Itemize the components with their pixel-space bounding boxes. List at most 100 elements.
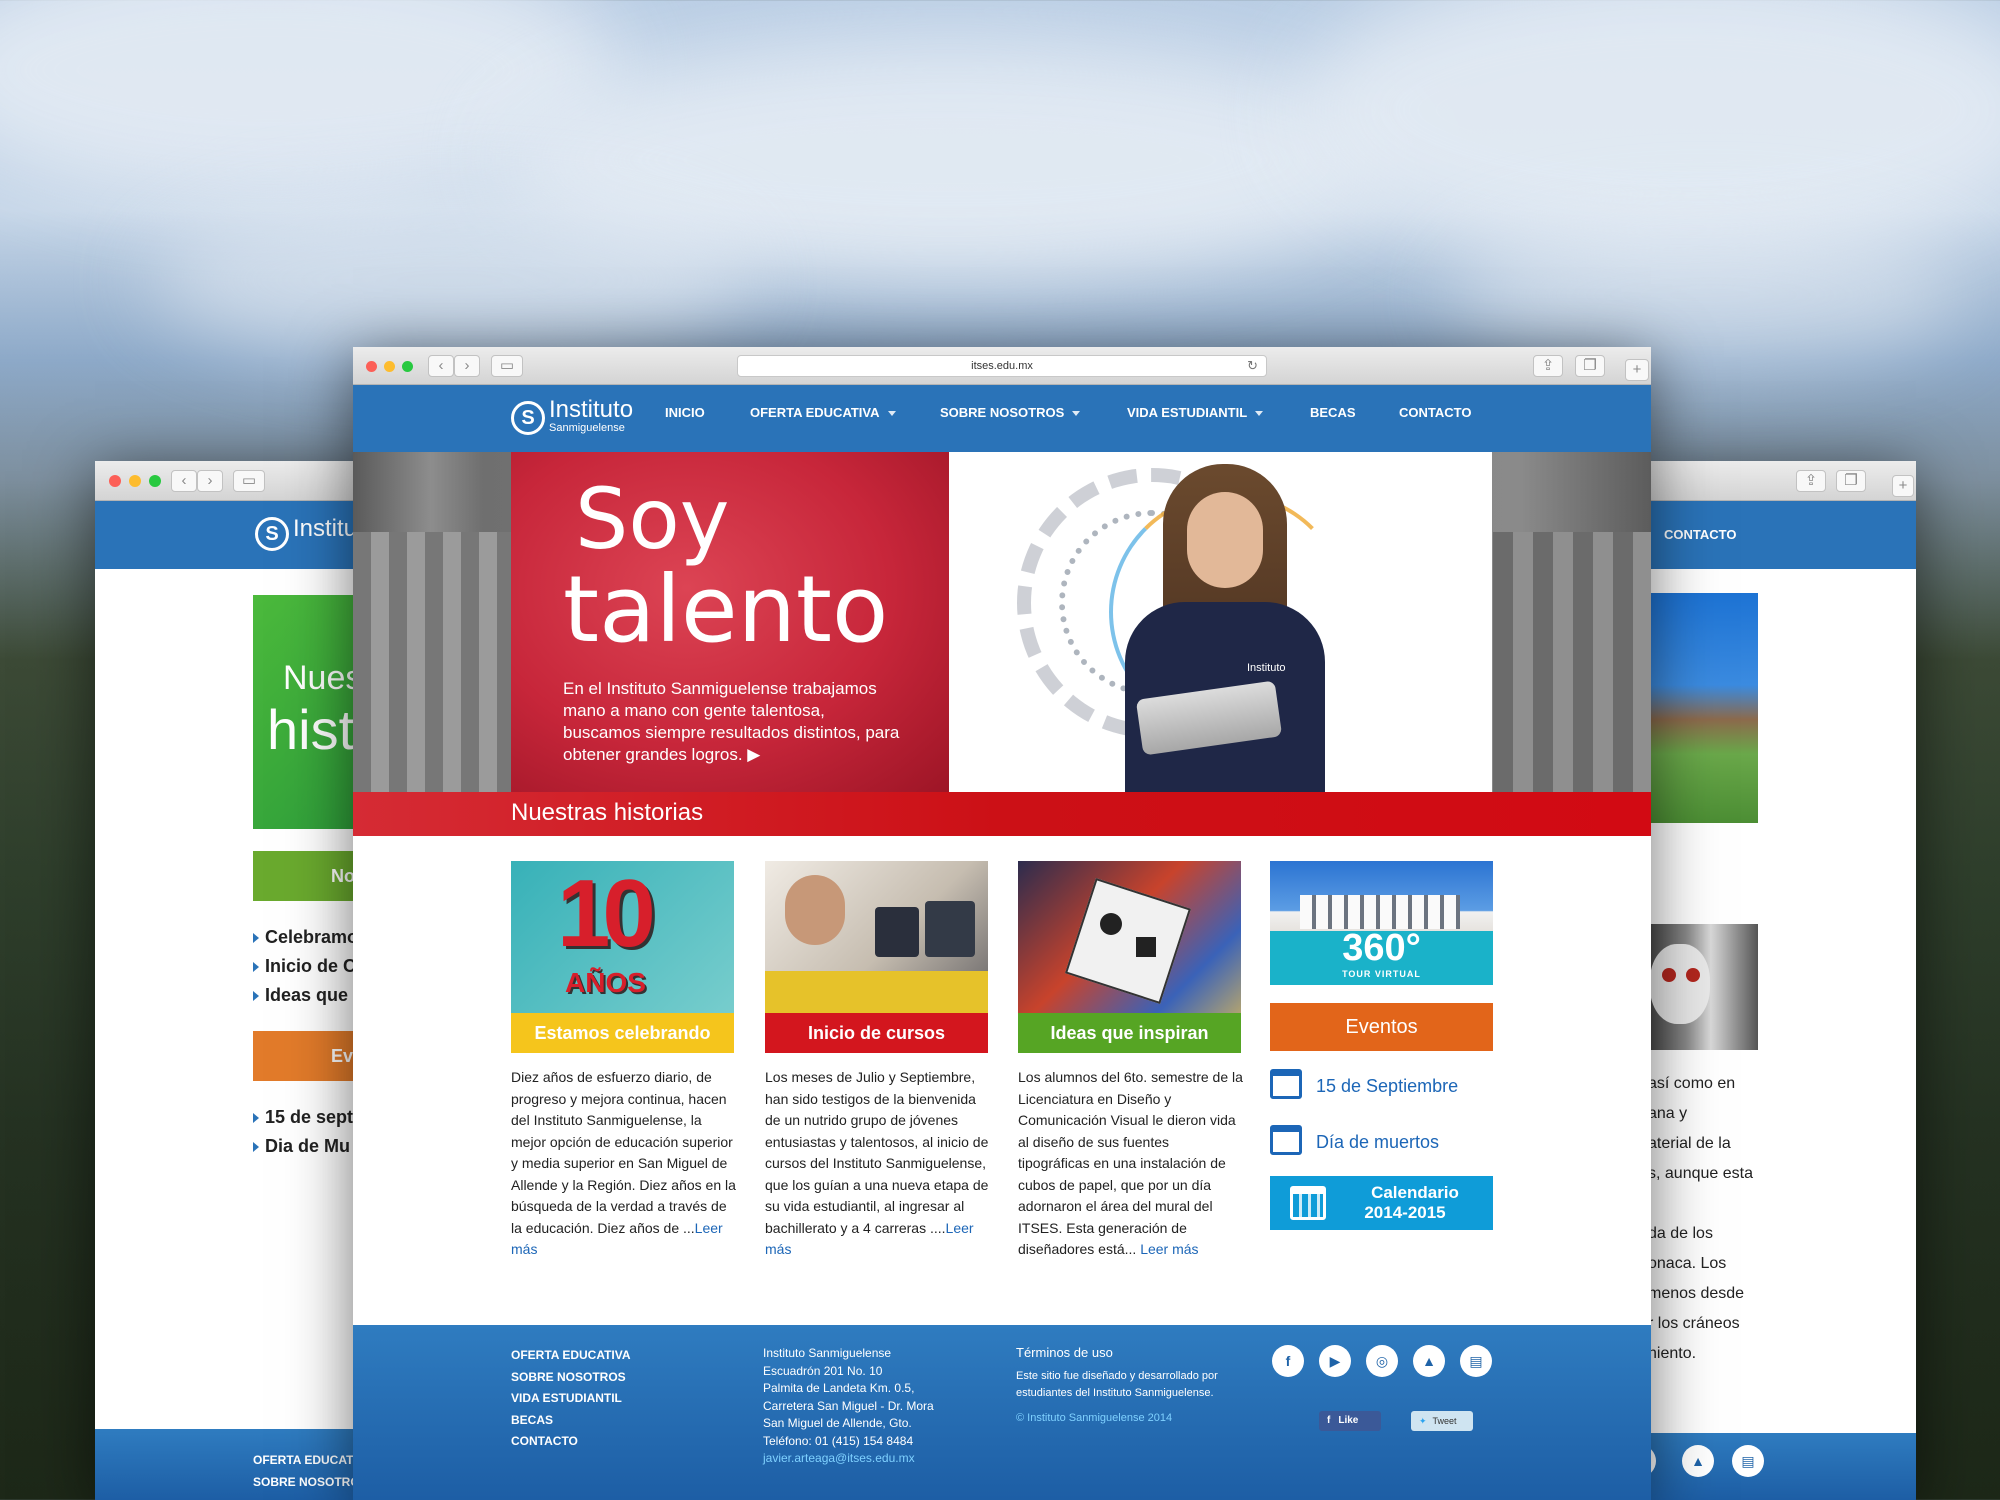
card-image: Ideas que inspiran — [1018, 861, 1241, 1053]
minimize-icon[interactable] — [129, 475, 141, 487]
left-banner-text: hist — [267, 698, 355, 761]
address-bar[interactable]: itses.edu.mx ↻ — [737, 355, 1267, 377]
forward-icon[interactable]: › — [454, 355, 480, 377]
student-face — [1187, 492, 1263, 588]
sky-cloud — [150, 200, 750, 360]
back-icon[interactable]: ‹ — [171, 470, 197, 492]
sidebar-icon[interactable]: ▭ — [233, 470, 265, 492]
tweet-button[interactable]: ✦ Tweet — [1411, 1411, 1473, 1431]
graduation-cap-icon[interactable]: ▲ — [1413, 1345, 1445, 1377]
calendar-icon — [1290, 1186, 1326, 1220]
book-icon[interactable]: ▤ — [1732, 1445, 1764, 1477]
close-icon[interactable] — [366, 361, 377, 372]
list-item[interactable]: 15 de sept — [253, 1103, 353, 1132]
list-item[interactable]: Celebramo — [253, 923, 358, 952]
card-text: Los alumnos del 6to. semestre de la Lice… — [1018, 1069, 1243, 1257]
minimize-icon[interactable] — [384, 361, 395, 372]
footer-link[interactable]: CONTACTO — [511, 1431, 631, 1453]
new-tab-icon[interactable]: + — [1625, 359, 1649, 381]
event-label: Día de muertos — [1316, 1132, 1440, 1152]
footer-address: Instituto Sanmiguelense Escuadrón 201 No… — [763, 1345, 934, 1468]
left-banner-text: Nues — [283, 659, 363, 697]
card-caption: Estamos celebrando — [511, 1013, 734, 1053]
card-text: Diez años de esfuerzo diario, de progres… — [511, 1069, 736, 1257]
anniversary-text: AÑOS — [565, 967, 646, 998]
footer-email-link[interactable]: javier.arteaga@itses.edu.mx — [763, 1450, 934, 1468]
hero-title: Soy — [575, 470, 730, 568]
campus-bg-left — [353, 532, 511, 792]
reload-icon[interactable]: ↻ — [1247, 356, 1258, 376]
close-icon[interactable] — [109, 475, 121, 487]
terms-text: Este sitio fue diseñado y desarrollado p… — [1016, 1370, 1218, 1399]
event-label: 15 de Septiembre — [1316, 1076, 1459, 1096]
site-logo[interactable]: S Instituto Sanmiguelense — [511, 397, 651, 441]
footer-link[interactable]: SOBRE NOSOTROS — [511, 1367, 631, 1389]
nav-vida-estudiantil[interactable]: VIDA ESTUDIANTIL — [1127, 405, 1264, 420]
left-logo-icon: S — [255, 517, 289, 551]
left-footer: OFERTA EDUCATI SOBRE NOSOTRO — [95, 1429, 395, 1500]
nav-becas[interactable]: BECAS — [1310, 405, 1356, 420]
footer-link[interactable]: VIDA ESTUDIANTIL — [511, 1388, 631, 1410]
nav-contacto[interactable]: CONTACTO — [1664, 527, 1736, 542]
logo-line2: Sanmiguelense — [549, 422, 625, 434]
list-item[interactable]: Dia de Mu — [253, 1132, 353, 1161]
forward-icon[interactable]: › — [197, 470, 223, 492]
book-icon[interactable]: ▤ — [1460, 1345, 1492, 1377]
calendar-button[interactable]: Calendario 2014-2015 — [1270, 1176, 1493, 1230]
calendar-icon — [1270, 1069, 1302, 1099]
share-icon[interactable]: ⇪ — [1796, 470, 1826, 492]
nav-sobre-nosotros[interactable]: SOBRE NOSOTROS — [940, 405, 1081, 420]
nav-inicio[interactable]: INICIO — [665, 405, 705, 420]
hero-photo: Instituto — [949, 452, 1492, 792]
facebook-icon[interactable]: f — [1272, 1345, 1304, 1377]
new-tab-icon[interactable]: + — [1892, 475, 1914, 497]
hero-red-panel[interactable]: Soy talento En el Instituto Sanmiguelens… — [511, 452, 949, 792]
footer-links: OFERTA EDUCATIVA SOBRE NOSOTROS VIDA EST… — [511, 1345, 631, 1453]
instagram-icon[interactable]: ◎ — [1366, 1345, 1398, 1377]
right-article-text: así como en ana y aterial de la s, aunqu… — [1648, 1075, 1753, 1362]
card-caption: Ideas que inspiran — [1018, 1013, 1241, 1053]
tour-label: TOUR VIRTUAL — [1342, 969, 1421, 979]
right-window-header: CONTACTO — [1640, 501, 1916, 569]
chevron-down-icon — [1072, 411, 1081, 417]
section-title-bar: Nuestras historias — [353, 792, 1651, 836]
twitter-icon: ✦ — [1419, 1416, 1427, 1426]
chevron-down-icon — [887, 411, 896, 417]
terms-link[interactable]: Términos de uso — [1016, 1345, 1256, 1360]
nav-contacto[interactable]: CONTACTO — [1399, 405, 1471, 420]
virtual-tour-banner[interactable]: 360° TOUR VIRTUAL — [1270, 861, 1493, 985]
footer-link[interactable]: SOBRE NOSOTRO — [253, 1475, 360, 1489]
site-footer: OFERTA EDUCATIVA SOBRE NOSOTROS VIDA EST… — [353, 1325, 1651, 1500]
right-browser-window: ⇪ ❐ + CONTACTO así como en ana y aterial… — [1640, 461, 1916, 1500]
card-text: Los meses de Julio y Septiembre, han sid… — [765, 1069, 989, 1257]
footer-link[interactable]: BECAS — [511, 1410, 631, 1432]
right-window-toolbar: ⇪ ❐ + — [1640, 461, 1916, 501]
zoom-icon[interactable] — [149, 475, 161, 487]
event-item[interactable]: 15 de Septiembre — [1270, 1065, 1493, 1105]
youtube-icon[interactable]: ▶ — [1319, 1345, 1351, 1377]
sidebar-icon[interactable]: ▭ — [491, 355, 523, 377]
shirt-logo: Instituto — [1247, 662, 1286, 674]
share-icon[interactable]: ⇪ — [1533, 355, 1563, 377]
list-item[interactable]: Ideas que — [253, 981, 358, 1010]
back-icon[interactable]: ‹ — [428, 355, 454, 377]
tabs-icon[interactable]: ❐ — [1575, 355, 1605, 377]
left-window-toolbar: ‹ › ▭ — [95, 461, 395, 501]
events-button[interactable]: Eventos — [1270, 1003, 1493, 1051]
footer-terms: Términos de uso Este sitio fue diseñado … — [1016, 1345, 1256, 1427]
logo-s-icon: S — [511, 401, 545, 435]
footer-link[interactable]: OFERTA EDUCATIVA — [511, 1345, 631, 1367]
footer-link[interactable]: OFERTA EDUCATI — [253, 1453, 357, 1467]
graduation-cap-icon[interactable]: ▲ — [1682, 1445, 1714, 1477]
nav-oferta-educativa[interactable]: OFERTA EDUCATIVA — [750, 405, 896, 420]
read-more-link[interactable]: Leer más — [1140, 1241, 1198, 1257]
event-item[interactable]: Día de muertos — [1270, 1121, 1493, 1161]
list-item[interactable]: Inicio de C — [253, 952, 358, 981]
hero-title: talento — [563, 556, 889, 663]
main-browser-window: ‹ › ▭ itses.edu.mx ↻ ⇪ ❐ + S Instituto S… — [353, 347, 1651, 1500]
play-arrow-icon[interactable]: ▶ — [747, 745, 760, 764]
facebook-icon: f — [1327, 1415, 1331, 1426]
facebook-like-button[interactable]: f Like — [1319, 1411, 1381, 1431]
zoom-icon[interactable] — [402, 361, 413, 372]
tabs-icon[interactable]: ❐ — [1836, 470, 1866, 492]
